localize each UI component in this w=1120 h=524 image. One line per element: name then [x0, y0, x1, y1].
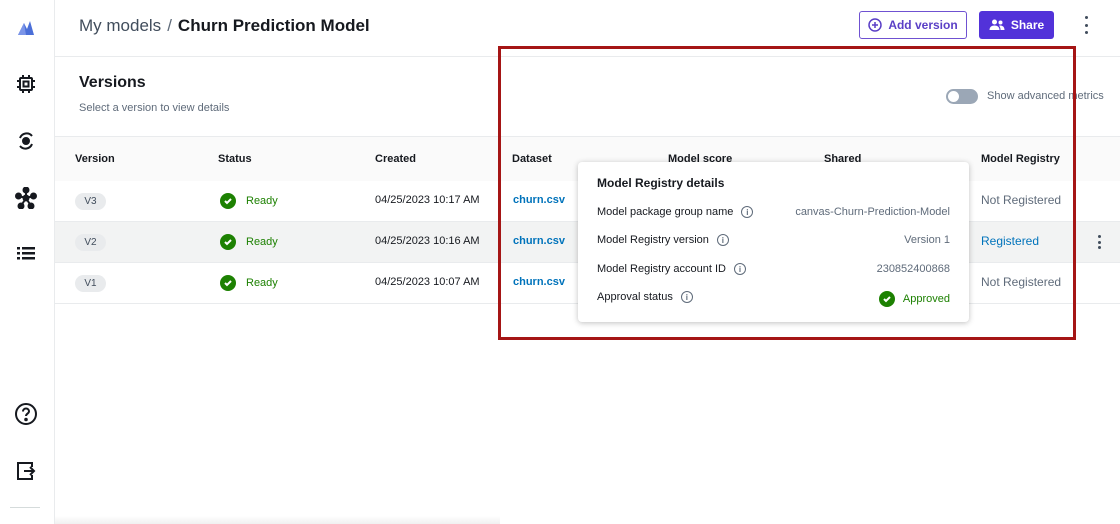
check-circle-icon [220, 234, 236, 250]
logout-icon[interactable] [13, 458, 39, 484]
created-date: 04/25/2023 10:07 AM [375, 276, 480, 288]
version-badge: V3 [75, 193, 106, 210]
sidebar [0, 0, 55, 524]
version-badge: V2 [75, 234, 106, 251]
chip-icon[interactable] [13, 71, 39, 97]
status-text: Ready [246, 277, 278, 289]
versions-subtitle: Select a version to view details [79, 102, 230, 114]
add-version-button[interactable]: Add version [859, 11, 967, 39]
users-icon [989, 19, 1005, 30]
breadcrumb: My models / Churn Prediction Model [79, 16, 370, 36]
sidebar-divider [10, 507, 40, 508]
add-circle-icon [868, 18, 883, 32]
bottom-shadow [55, 516, 500, 524]
share-label: Share [1010, 18, 1045, 32]
status-cell: Ready [220, 193, 278, 209]
created-date: 04/25/2023 10:17 AM [375, 194, 480, 206]
help-icon[interactable] [13, 401, 39, 427]
cycle-icon[interactable] [13, 128, 39, 154]
list-icon[interactable] [13, 240, 39, 266]
status-cell: Ready [220, 275, 278, 291]
breadcrumb-my-models[interactable]: My models [79, 16, 161, 35]
versions-title: Versions [79, 74, 146, 91]
column-status[interactable]: Status [218, 153, 252, 165]
column-version[interactable]: Version [75, 153, 115, 165]
check-circle-icon [220, 275, 236, 291]
share-button[interactable]: Share [979, 11, 1054, 39]
canvas-logo-icon[interactable] [13, 15, 39, 41]
version-badge: V1 [75, 275, 106, 292]
created-date: 04/25/2023 10:16 AM [375, 235, 480, 247]
breadcrumb-separator: / [167, 16, 172, 35]
check-circle-icon [220, 193, 236, 209]
add-version-label: Add version [888, 18, 958, 32]
page-title: Churn Prediction Model [177, 16, 370, 35]
highlight-box [498, 46, 1076, 340]
row-options-icon[interactable] [1098, 235, 1102, 249]
column-created[interactable]: Created [375, 153, 416, 165]
status-text: Ready [246, 236, 278, 248]
network-icon[interactable] [13, 185, 39, 211]
status-text: Ready [246, 195, 278, 207]
status-cell: Ready [220, 234, 278, 250]
more-options-icon[interactable] [1081, 14, 1091, 36]
